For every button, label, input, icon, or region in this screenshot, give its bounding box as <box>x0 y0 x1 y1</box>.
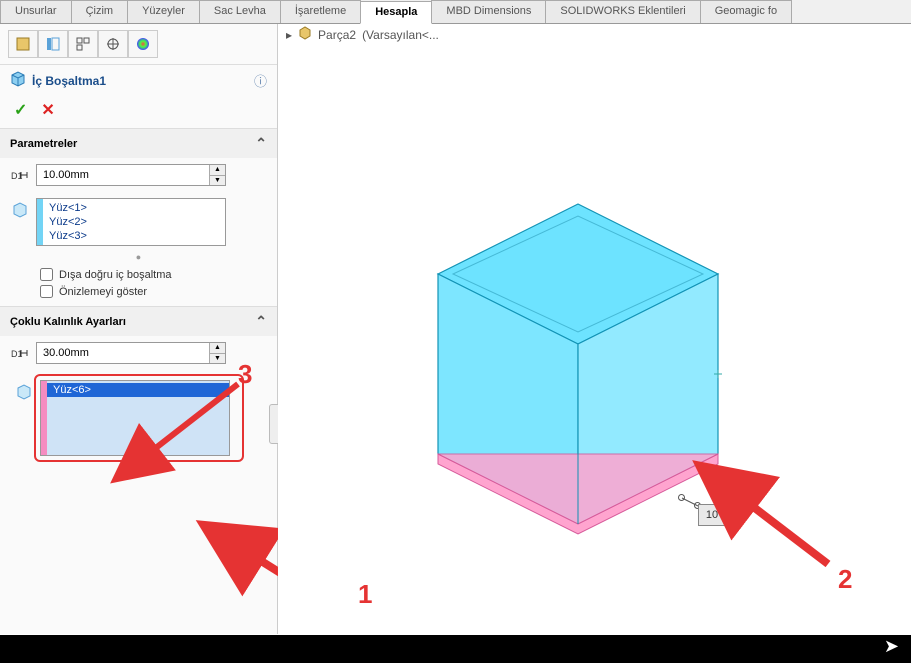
distance-d1-icon: D1 <box>10 342 30 360</box>
model-cube[interactable] <box>398 164 758 544</box>
breadcrumb[interactable]: ▸ Parça2 (Varsayılan<... <box>286 26 439 43</box>
shell-feature-icon <box>10 71 26 90</box>
callout-label-2: 2 <box>838 564 852 595</box>
tab-cizim[interactable]: Çizim <box>71 0 129 23</box>
feature-title: İç Boşaltma1 <box>32 74 106 88</box>
configuration-icon[interactable] <box>68 30 98 58</box>
ok-button[interactable]: ✓ <box>14 100 27 120</box>
thickness-input[interactable]: ▲ ▼ <box>36 164 226 186</box>
help-icon[interactable]: ⓘ <box>254 71 267 90</box>
breadcrumb-arrow-icon: ▸ <box>286 28 292 42</box>
list-item[interactable]: Yüz<1> <box>43 201 225 215</box>
tab-yuzeyler[interactable]: Yüzeyler <box>127 0 200 23</box>
appearance-icon[interactable] <box>128 30 158 58</box>
list-resize-grip[interactable]: ● <box>0 252 277 266</box>
bottom-strip: ➤ <box>0 635 911 663</box>
annotation-arrow-2 <box>728 484 848 584</box>
list-item[interactable]: Yüz<2> <box>43 215 225 229</box>
thickness-field[interactable] <box>37 165 209 185</box>
part-icon <box>298 26 312 43</box>
section-title-parametreler: Parametreler <box>10 138 77 150</box>
panel-mode-toolbar <box>0 28 277 65</box>
callout-label-3: 3 <box>238 359 252 390</box>
tab-isaretleme[interactable]: İşaretleme <box>280 0 361 23</box>
feature-tree-icon[interactable] <box>8 30 38 58</box>
dimension-value-box[interactable]: 10 <box>698 504 726 526</box>
faces-selection-icon <box>14 380 34 400</box>
dimxpert-icon[interactable] <box>98 30 128 58</box>
cancel-button[interactable]: ✕ <box>41 100 54 120</box>
list-item[interactable]: Yüz<3> <box>43 229 225 243</box>
faces-to-remove-list[interactable]: Yüz<1> Yüz<2> Yüz<3> <box>36 198 226 246</box>
distance-d1-icon: D1 <box>10 164 30 182</box>
tab-saclevha[interactable]: Sac Levha <box>199 0 281 23</box>
chevron-up-icon: ⌃ <box>255 313 267 330</box>
section-parametreler[interactable]: Parametreler ⌃ <box>0 128 277 158</box>
chevron-up-icon: ⌃ <box>255 135 267 152</box>
spin-up-icon[interactable]: ▲ <box>210 165 225 176</box>
command-tabbar: Unsurlar Çizim Yüzeyler Sac Levha İşaret… <box>0 0 911 24</box>
spin-up-icon[interactable]: ▲ <box>210 343 225 354</box>
section-coklu[interactable]: Çoklu Kalınlık Ayarları ⌃ <box>0 306 277 336</box>
graphics-viewport[interactable]: ▸ Parça2 (Varsayılan<... <box>278 24 911 634</box>
tab-eklentiler[interactable]: SOLIDWORKS Eklentileri <box>545 0 700 23</box>
shell-outward-checkbox[interactable] <box>40 268 53 281</box>
property-panel: İç Boşaltma1 ⓘ ✓ ✕ Parametreler ⌃ D1 ▲ ▼ <box>0 24 278 634</box>
multi-thickness-field[interactable] <box>37 343 209 363</box>
show-preview-checkbox[interactable] <box>40 285 53 298</box>
callout-label-1: 1 <box>358 579 372 610</box>
multi-thickness-input[interactable]: ▲ ▼ <box>36 342 226 364</box>
show-preview-label: Önizlemeyi göster <box>59 286 147 298</box>
tab-geomagic[interactable]: Geomagic fo <box>700 0 792 23</box>
breadcrumb-part: Parça2 <box>318 28 356 42</box>
cursor-icon: ➤ <box>884 636 899 657</box>
spin-down-icon[interactable]: ▼ <box>210 176 225 186</box>
property-manager-icon[interactable] <box>38 30 68 58</box>
tab-mbd[interactable]: MBD Dimensions <box>431 0 546 23</box>
spin-down-icon[interactable]: ▼ <box>210 354 225 364</box>
faces-selection-icon <box>10 198 30 218</box>
tab-unsurlar[interactable]: Unsurlar <box>0 0 72 23</box>
section-title-coklu: Çoklu Kalınlık Ayarları <box>10 316 126 328</box>
breadcrumb-state: (Varsayılan<... <box>362 28 439 42</box>
shell-outward-label: Dışa doğru iç boşaltma <box>59 269 172 281</box>
tab-hesapla[interactable]: Hesapla <box>360 1 432 24</box>
